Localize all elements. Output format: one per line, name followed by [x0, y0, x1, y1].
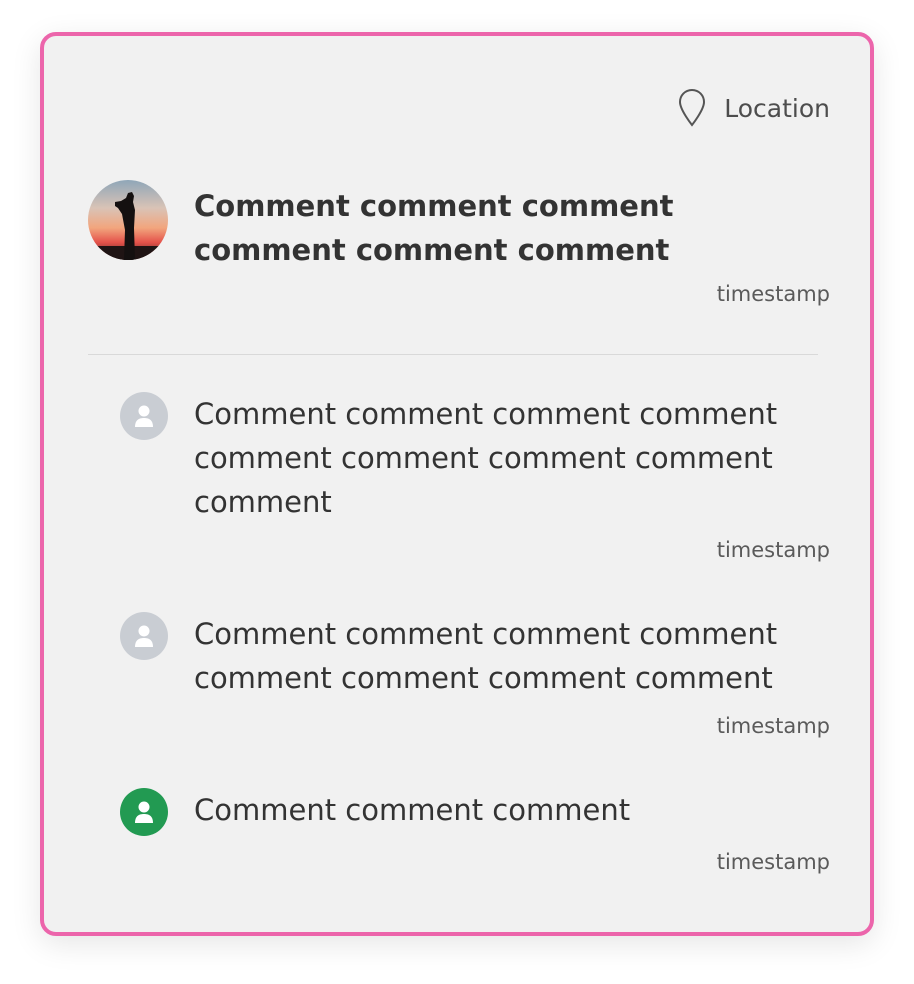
avatar[interactable] [120, 788, 168, 836]
avatar[interactable] [120, 612, 168, 660]
main-comment-timestamp: timestamp [716, 282, 830, 306]
location-label: Location [724, 93, 830, 123]
reply-text: Comment comment comment comment comment … [194, 397, 778, 519]
avatar[interactable] [120, 392, 168, 440]
comment-card: Location Comment comment comment comment… [40, 32, 874, 936]
location-link[interactable]: Location [678, 88, 830, 128]
avatar[interactable] [88, 180, 168, 260]
reply-timestamp: timestamp [716, 714, 830, 738]
person-icon [135, 801, 153, 823]
divider [88, 354, 818, 355]
person-icon [135, 405, 153, 427]
map-pin-icon [678, 88, 706, 128]
reply-text: Comment comment comment [194, 793, 631, 827]
main-comment-text: Comment comment comment comment comment … [194, 189, 674, 267]
person-icon [135, 625, 153, 647]
reply-timestamp: timestamp [716, 850, 830, 874]
reply-timestamp: timestamp [716, 538, 830, 562]
reply-text: Comment comment comment comment comment … [194, 617, 778, 695]
